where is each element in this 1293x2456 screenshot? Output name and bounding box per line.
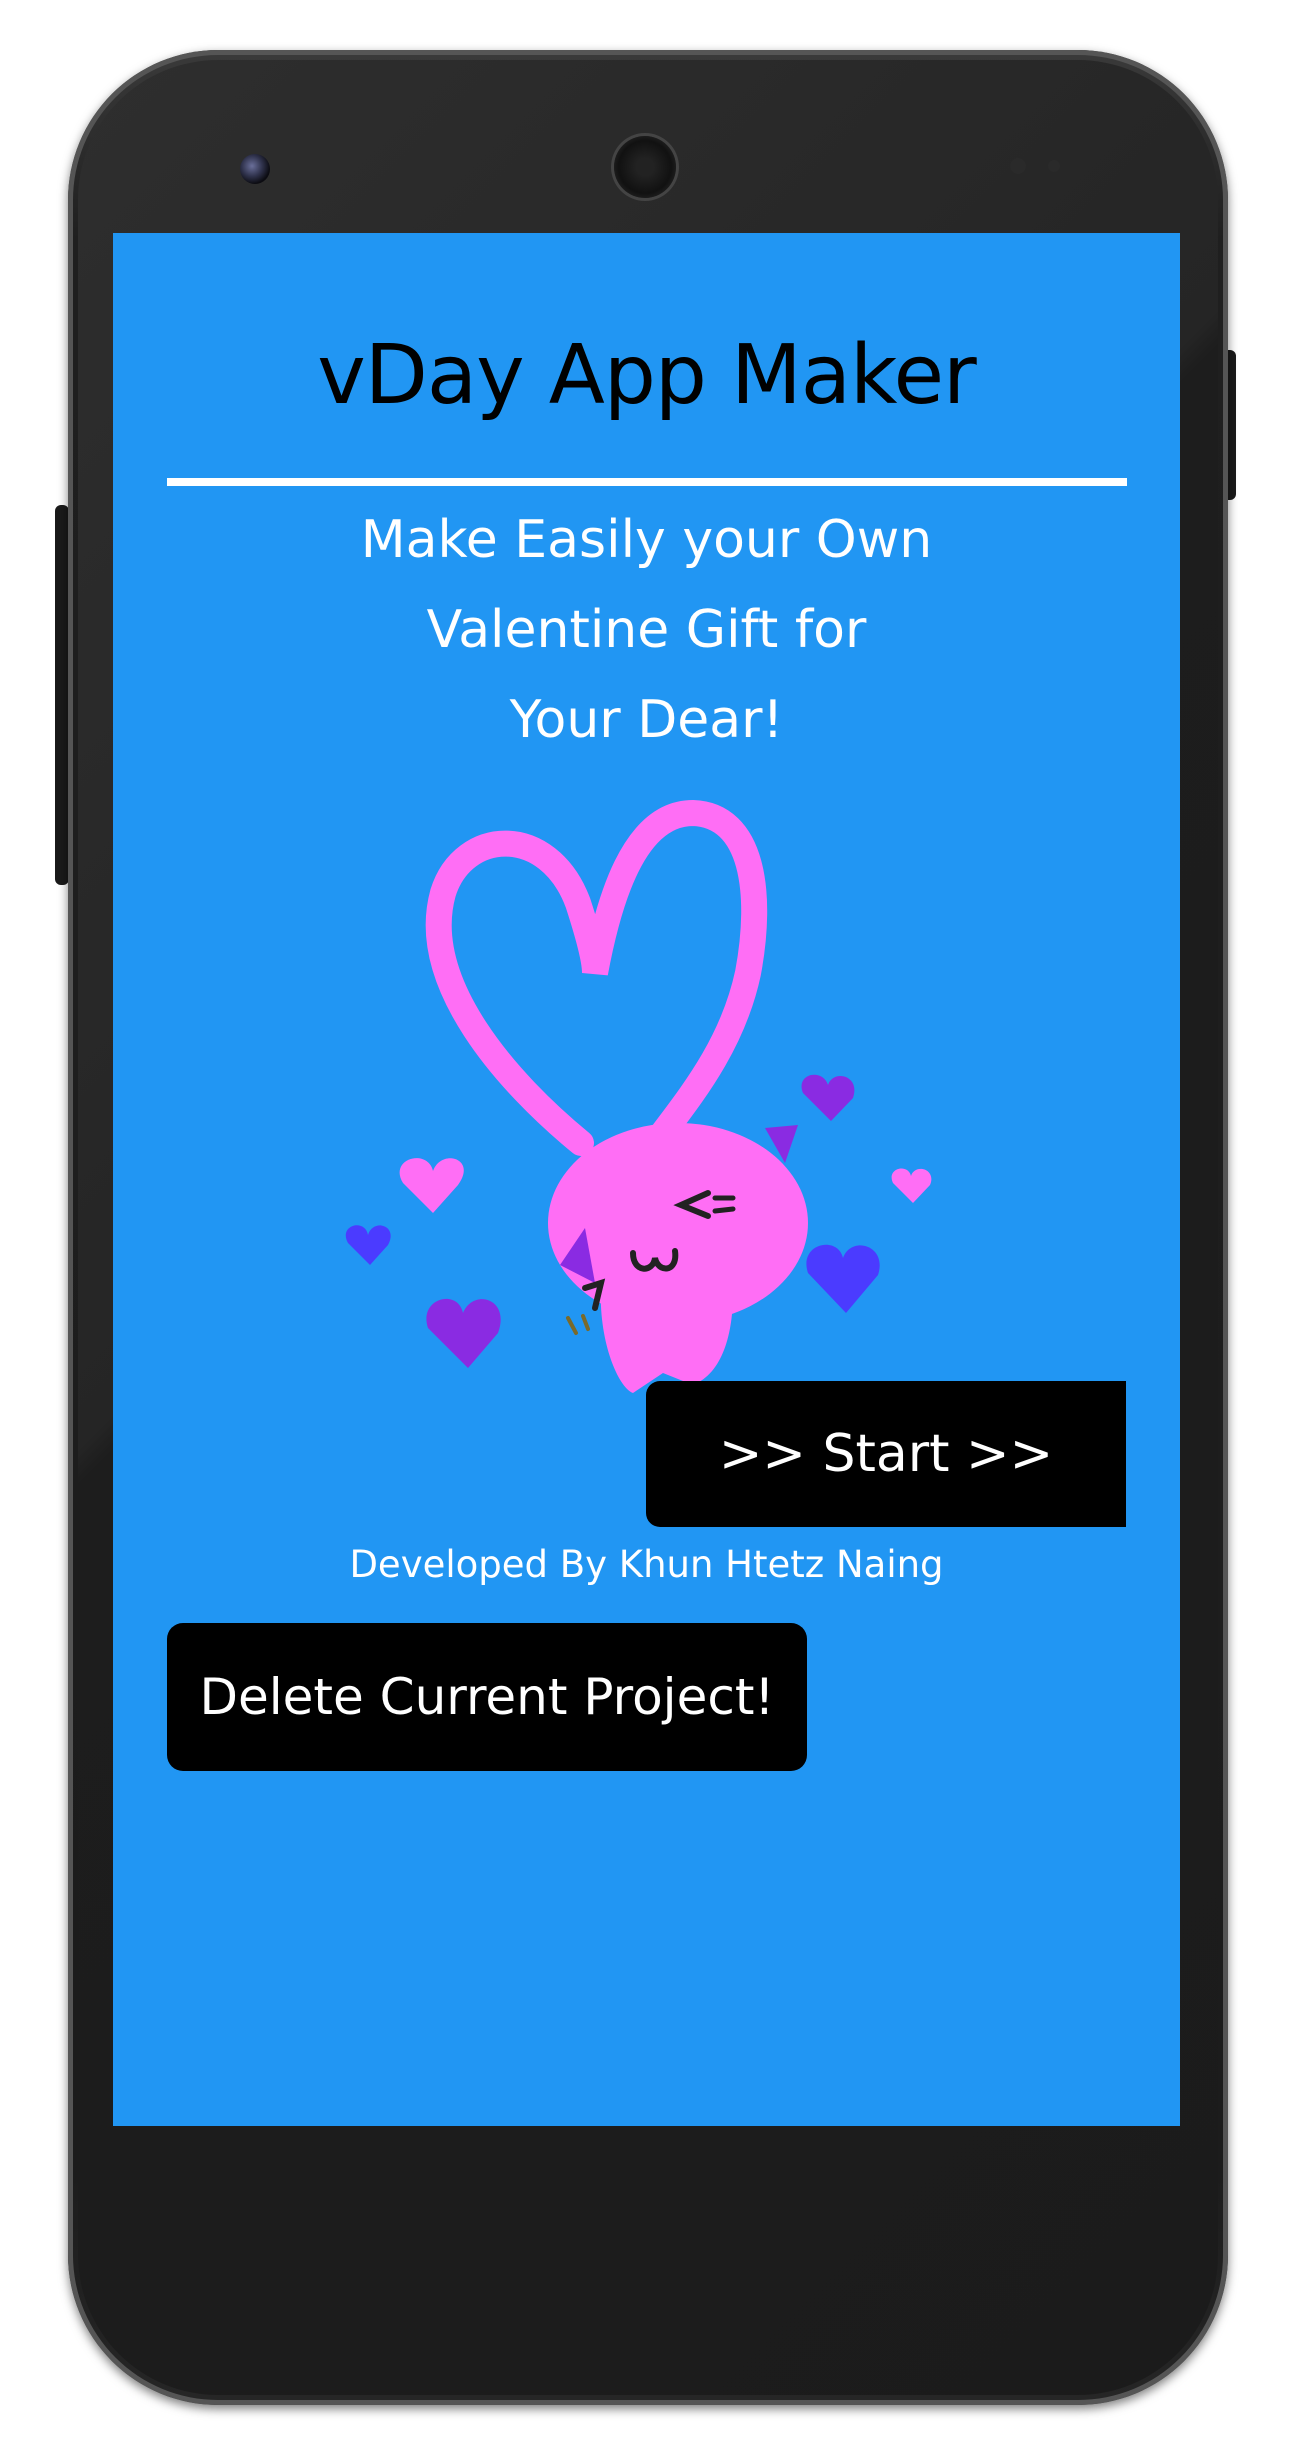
heart-icon <box>806 1244 880 1313</box>
tagline-line-2: Valentine Gift for <box>426 600 867 660</box>
front-camera <box>240 154 270 184</box>
tagline: Make Easily your Own Valentine Gift for … <box>113 495 1180 765</box>
heart-icon <box>426 1298 501 1368</box>
start-button[interactable]: >> Start >> <box>646 1381 1126 1527</box>
heart-icon <box>345 1225 391 1265</box>
delete-project-button[interactable]: Delete Current Project! <box>167 1623 807 1771</box>
volume-button <box>55 505 69 885</box>
title-divider <box>167 478 1127 486</box>
developer-credit: Developed By Khun Htetz Naing <box>349 1543 944 1586</box>
heart-outline-icon <box>425 799 768 1156</box>
app-screen: vDay App Maker Make Easily your Own Vale… <box>113 233 1180 2126</box>
cat-icon <box>548 1123 808 1393</box>
cat-with-hearts-illustration <box>345 799 932 1393</box>
tagline-line-1: Make Easily your Own <box>360 510 933 570</box>
heart-icon <box>891 1168 932 1203</box>
proximity-sensor <box>1010 158 1026 174</box>
tagline-line-3: Your Dear! <box>509 690 784 750</box>
light-sensor <box>1048 160 1060 172</box>
earpiece-speaker <box>614 136 676 198</box>
heart-icon <box>399 1158 464 1213</box>
heart-icon <box>801 1074 855 1121</box>
app-title: vDay App Maker <box>317 328 977 423</box>
